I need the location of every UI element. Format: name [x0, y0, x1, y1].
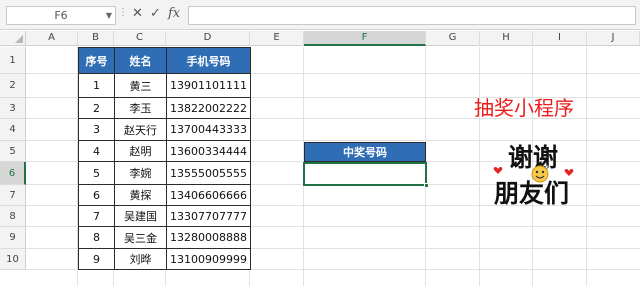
- table-cell-phone[interactable]: 13280008888: [166, 226, 251, 249]
- heart-icon: [564, 169, 574, 176]
- row-header-2[interactable]: 2: [0, 74, 26, 98]
- select-all-corner[interactable]: [0, 31, 26, 46]
- table-cell-index[interactable]: 8: [78, 226, 115, 249]
- row-header-4[interactable]: 4: [0, 119, 26, 141]
- table-cell-phone[interactable]: 13555005555: [166, 161, 251, 185]
- chevron-down-icon[interactable]: ▼: [106, 7, 112, 24]
- formula-input[interactable]: [188, 6, 636, 25]
- prize-header[interactable]: 中奖号码: [304, 142, 426, 162]
- column-header-c[interactable]: C: [114, 31, 166, 46]
- table-cell-index[interactable]: 2: [78, 97, 115, 119]
- fill-handle[interactable]: [424, 183, 429, 188]
- table-header-index[interactable]: 序号: [78, 47, 115, 74]
- table-cell-name[interactable]: 赵天行: [114, 118, 167, 141]
- formula-bar: F6 ▼ ⋮ ✕ ✓ fx: [0, 0, 640, 30]
- table-cell-index[interactable]: 7: [78, 205, 115, 227]
- column-header-b[interactable]: B: [78, 31, 114, 46]
- table-cell-name[interactable]: 李玉: [114, 97, 167, 119]
- row-header-7[interactable]: 7: [0, 185, 26, 206]
- table-header-phone[interactable]: 手机号码: [166, 47, 251, 74]
- table-cell-index[interactable]: 3: [78, 118, 115, 141]
- row-header-8[interactable]: 8: [0, 206, 26, 227]
- table-cell-index[interactable]: 4: [78, 140, 115, 162]
- table-cell-name[interactable]: 吴建国: [114, 205, 167, 227]
- column-header-e[interactable]: E: [250, 31, 304, 46]
- cancel-icon[interactable]: ✕: [132, 7, 143, 21]
- row-header-6[interactable]: 6: [0, 162, 26, 185]
- row-header-5[interactable]: 5: [0, 141, 26, 162]
- table-cell-phone[interactable]: 13406606666: [166, 184, 251, 206]
- table-cell-name[interactable]: 黄探: [114, 184, 167, 206]
- table-cell-name[interactable]: 黄三: [114, 73, 167, 98]
- column-header-d[interactable]: D: [166, 31, 250, 46]
- table-cell-name[interactable]: 刘晔: [114, 248, 167, 270]
- lottery-title: 抽奖小程序: [474, 96, 574, 120]
- table-cell-phone[interactable]: 13822002222: [166, 97, 251, 119]
- column-header-g[interactable]: G: [426, 31, 480, 46]
- column-header-a[interactable]: A: [26, 31, 78, 46]
- table-cell-phone[interactable]: 13100909999: [166, 248, 251, 270]
- grid-line: [586, 47, 587, 286]
- row-header-3[interactable]: 3: [0, 98, 26, 119]
- select-all-icon: [15, 35, 23, 43]
- table-cell-index[interactable]: 5: [78, 161, 115, 185]
- column-header-h[interactable]: H: [480, 31, 533, 46]
- heart-icon: [493, 167, 503, 174]
- prize-value-cell[interactable]: [303, 162, 427, 186]
- confirm-icon[interactable]: ✓: [150, 7, 161, 21]
- table-cell-index[interactable]: 6: [78, 184, 115, 206]
- name-box[interactable]: F6 ▼: [6, 6, 116, 25]
- column-header-j[interactable]: J: [587, 31, 640, 46]
- table-cell-name[interactable]: 李婉: [114, 161, 167, 185]
- row-header-9[interactable]: 9: [0, 227, 26, 249]
- table-header-name[interactable]: 姓名: [114, 47, 167, 74]
- table-cell-phone[interactable]: 13600334444: [166, 140, 251, 162]
- table-cell-index[interactable]: 1: [78, 73, 115, 98]
- more-icon: ⋮: [118, 7, 128, 18]
- table-cell-name[interactable]: 赵明: [114, 140, 167, 162]
- row-header-10[interactable]: 10: [0, 249, 26, 270]
- table-cell-phone[interactable]: 13700443333: [166, 118, 251, 141]
- row-header-1[interactable]: 1: [0, 47, 26, 74]
- table-cell-index[interactable]: 9: [78, 248, 115, 270]
- table-cell-phone[interactable]: 13307707777: [166, 205, 251, 227]
- column-header-i[interactable]: I: [533, 31, 587, 46]
- table-cell-name[interactable]: 吴三金: [114, 226, 167, 249]
- column-header-f[interactable]: F: [304, 31, 426, 46]
- table-cell-phone[interactable]: 13901101111: [166, 73, 251, 98]
- insert-function-icon[interactable]: fx: [168, 7, 180, 21]
- smiley-icon: [531, 164, 549, 183]
- name-box-value: F6: [54, 9, 68, 22]
- grid-line: [479, 47, 480, 286]
